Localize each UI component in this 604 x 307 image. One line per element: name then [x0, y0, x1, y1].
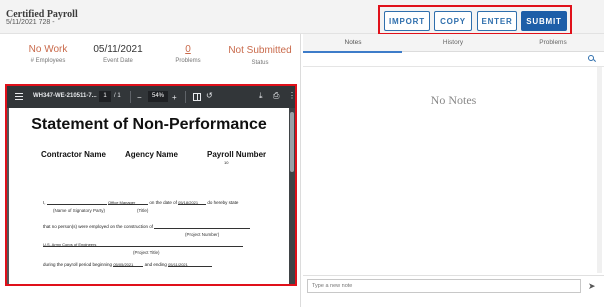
- submit-button[interactable]: SUBMIT: [521, 11, 567, 31]
- tab-notes[interactable]: Notes: [303, 39, 403, 46]
- line3-mid: and ending: [144, 262, 167, 267]
- notes-search-bar: [303, 53, 604, 67]
- project-number-blank: [154, 224, 251, 229]
- status-value: Not Submitted: [228, 45, 292, 56]
- event-date-value: 05/11/2021: [93, 44, 143, 55]
- problems-stat[interactable]: 0 Problems: [160, 44, 216, 64]
- fit-page-icon[interactable]: [193, 93, 201, 101]
- note-compose-area: ➤: [303, 275, 604, 307]
- employees-label: # Employees: [30, 58, 66, 64]
- statement-agency-line: U.S. Army Corps of Engineers: [43, 242, 243, 247]
- status-label: Status: [251, 60, 269, 66]
- line1-suffix: do hereby state: [207, 200, 239, 205]
- caption-project-number: (Project Number): [185, 232, 220, 237]
- zoom-in-icon[interactable]: +: [172, 93, 177, 102]
- toolbar-separator: [130, 91, 131, 103]
- download-icon[interactable]: ⤓: [259, 91, 263, 101]
- employees-stat: No Work # Employees: [20, 44, 76, 64]
- status-stat: Not Submitted Status: [220, 44, 300, 66]
- problems-label: Problems: [175, 58, 201, 64]
- agency-name-heading: Agency Name: [125, 150, 178, 159]
- page-number-input[interactable]: 1: [99, 91, 111, 102]
- line3-prefix: during the payroll period beginning: [43, 262, 113, 267]
- line1-prefix: I,: [43, 200, 46, 205]
- page-total: / 1: [114, 93, 121, 99]
- search-icon[interactable]: [588, 55, 594, 61]
- toolbar-separator: [185, 91, 186, 103]
- action-buttons-group: IMPORT COPY ENTER SUBMIT: [378, 5, 572, 35]
- rotate-icon[interactable]: ↺: [206, 91, 213, 100]
- problems-count-link[interactable]: 0: [160, 44, 216, 55]
- pdf-scrollbar[interactable]: [289, 108, 295, 284]
- menu-icon[interactable]: [15, 93, 23, 102]
- payroll-number-heading: Payroll Number: [207, 150, 267, 159]
- caption-signatory: (Name of Signatory Party): [53, 208, 106, 213]
- signatory-title-value: Office Manager: [108, 200, 149, 205]
- pdf-toolbar: WH347-WE-210511-7... 1 / 1 − 54% + ↺ ⤓ ⎙…: [7, 86, 295, 108]
- agency-value: U.S. Army Corps of Engineers: [43, 242, 243, 247]
- pdf-viewer[interactable]: WH347-WE-210511-7... 1 / 1 − 54% + ↺ ⤓ ⎙…: [5, 84, 297, 286]
- zoom-out-icon[interactable]: −: [137, 93, 142, 102]
- statement-line-2: that no person(s) were employed on the c…: [43, 224, 251, 229]
- notes-tabs: Notes History Problems: [303, 34, 604, 52]
- line1-middle: on the date of: [149, 200, 177, 205]
- summary-stats: No Work # Employees 05/11/2021 Event Dat…: [0, 34, 298, 84]
- print-icon[interactable]: ⎙: [273, 91, 279, 101]
- enter-button[interactable]: ENTER: [477, 11, 517, 31]
- page-subtitle: 5/11/2021 728 -: [6, 19, 55, 26]
- event-date-label: Event Date: [103, 58, 133, 64]
- tab-problems[interactable]: Problems: [503, 39, 603, 46]
- tab-history[interactable]: History: [403, 39, 503, 46]
- new-note-input[interactable]: [307, 279, 581, 293]
- zoom-level-input[interactable]: 54%: [148, 91, 168, 102]
- signatory-blank: [46, 200, 107, 205]
- payroll-number-value: 10: [224, 160, 229, 165]
- period-end-value: 05/11/2021: [168, 262, 213, 267]
- period-begin-value: 05/05/2021: [113, 262, 144, 267]
- copy-button[interactable]: COPY: [434, 11, 472, 31]
- import-button[interactable]: IMPORT: [384, 11, 430, 31]
- contractor-name-heading: Contractor Name: [41, 150, 106, 159]
- statement-date-value: 05/18/2021: [178, 200, 207, 205]
- pdf-scrollbar-thumb[interactable]: [290, 112, 294, 172]
- more-options-icon[interactable]: ⋮: [288, 91, 295, 100]
- caption-project-title: (Project Title): [133, 250, 160, 255]
- statement-line-1: I, Office Manager on the date of 05/18/2…: [43, 200, 238, 205]
- pdf-filename: WH347-WE-210511-7...: [33, 93, 97, 99]
- event-date-stat: 05/11/2021 Event Date: [86, 44, 150, 64]
- document-title: Statement of Non-Performance: [31, 116, 267, 133]
- statement-line-3: during the payroll period beginning 05/0…: [43, 262, 213, 267]
- empty-notes-message: No Notes: [430, 93, 477, 107]
- send-icon[interactable]: ➤: [588, 281, 596, 292]
- panel-divider: [300, 34, 301, 307]
- employees-value: No Work: [28, 44, 68, 55]
- line2-text: that no person(s) were employed on the c…: [43, 224, 154, 229]
- notes-scrollbar[interactable]: [597, 67, 602, 273]
- pdf-page: Statement of Non-Performance Contractor …: [9, 108, 289, 284]
- caption-title: (Title): [137, 208, 149, 213]
